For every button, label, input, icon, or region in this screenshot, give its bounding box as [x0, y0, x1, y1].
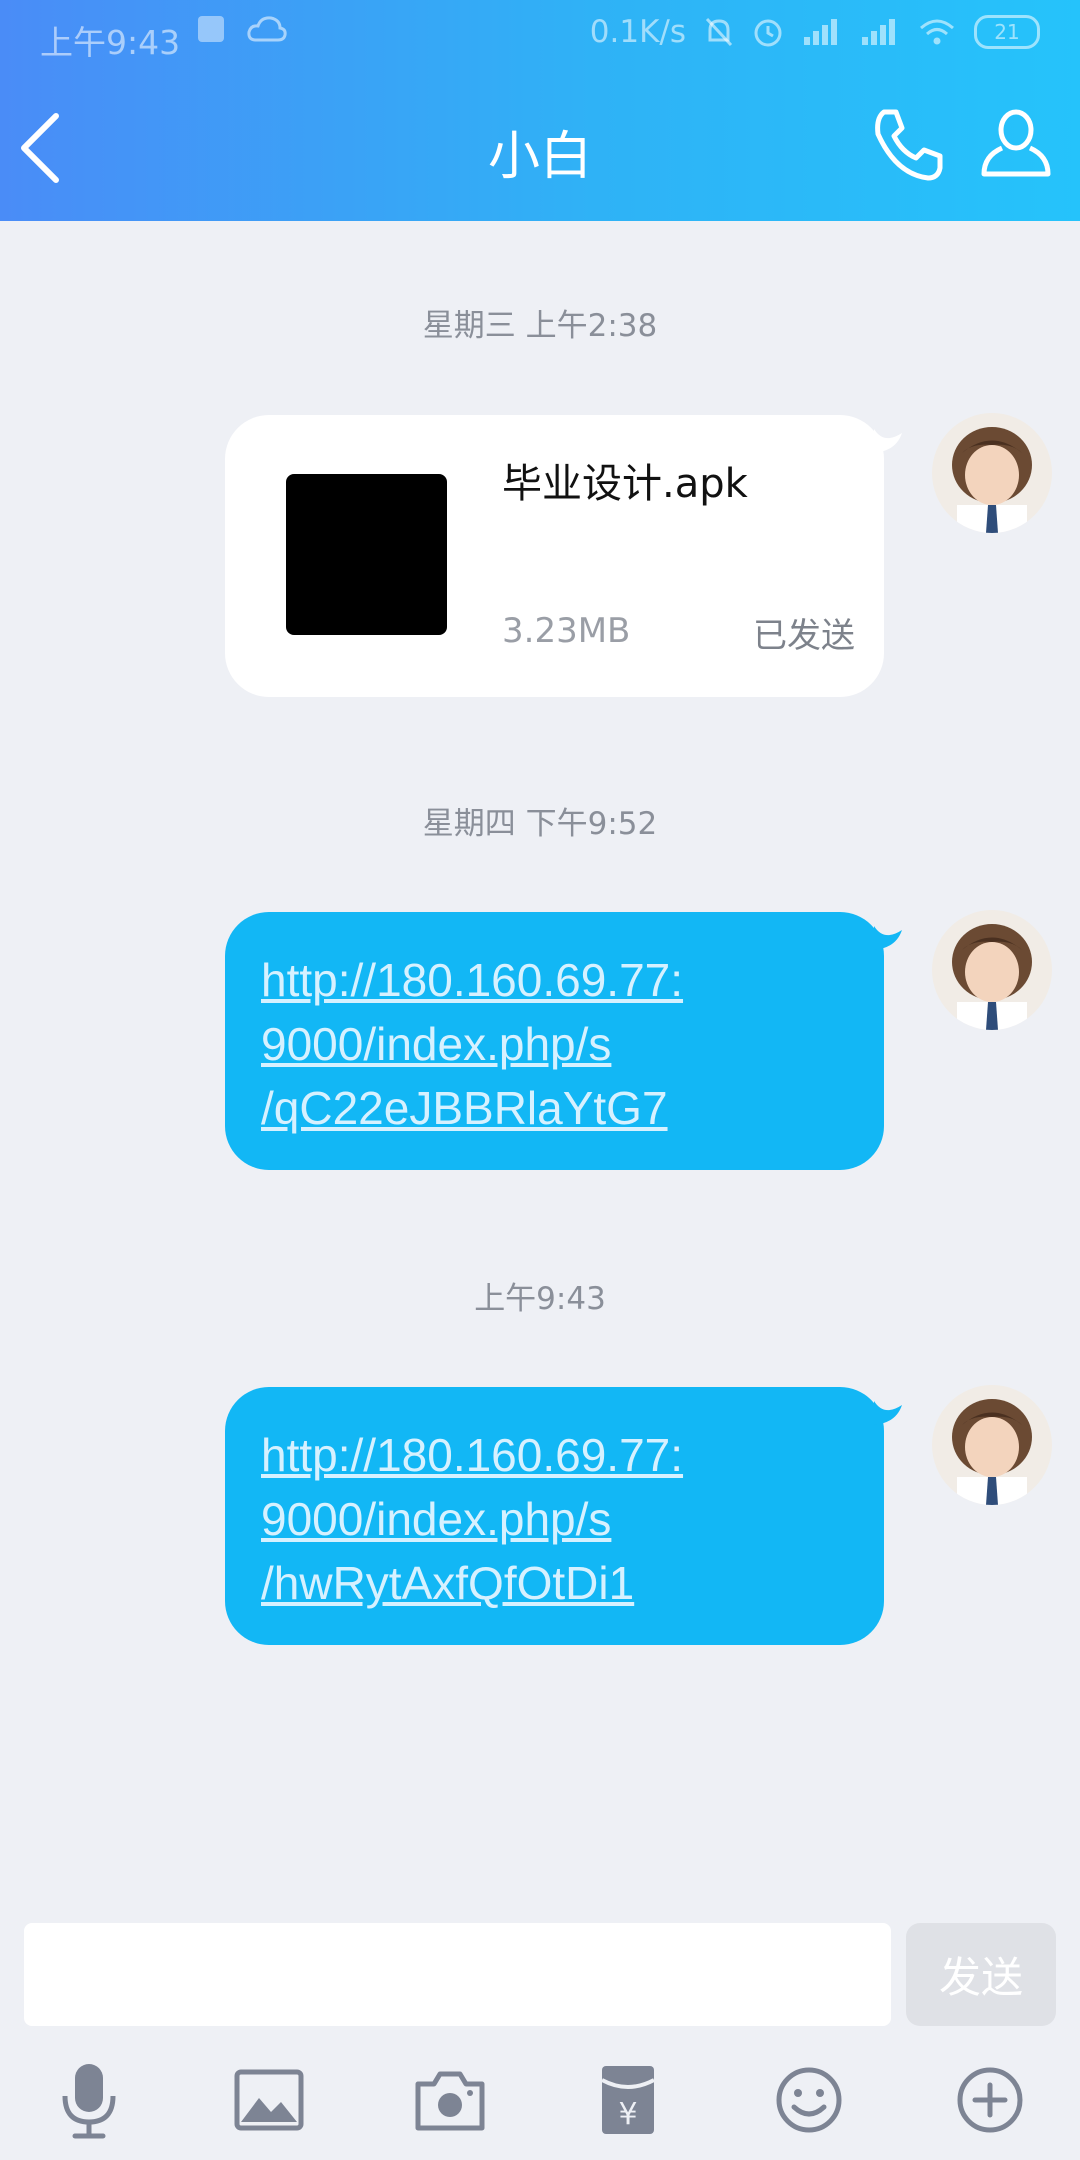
timestamp: 星期三 上午2:38	[422, 308, 658, 344]
wifi-icon	[920, 19, 954, 45]
plus-icon	[957, 2067, 1023, 2133]
battery-icon: 21	[974, 15, 1040, 49]
file-name: 毕业设计.apk	[502, 461, 748, 507]
link-message-bubble: http://180.160.69.77: 9000/index.php/s /…	[225, 912, 884, 1170]
status-right: 0.1K/s 21	[590, 14, 1040, 50]
file-thumbnail	[286, 474, 447, 635]
signal-icon-2	[862, 19, 895, 45]
status-time: 上午9:43	[40, 23, 181, 62]
image-button[interactable]	[219, 2060, 319, 2140]
microphone-icon	[62, 2064, 116, 2139]
phone-icon	[875, 109, 943, 181]
avatar-image	[932, 413, 1052, 533]
file-message-bubble[interactable]: 毕业设计.apk 3.23MB 已发送	[225, 415, 884, 697]
header: 上午9:43 0.1K/s 21 小白	[0, 0, 1080, 221]
timestamp: 星期四 下午9:52	[422, 806, 658, 842]
alarm-icon	[754, 19, 782, 47]
status-left-icons	[196, 14, 288, 44]
timestamp: 上午9:43	[474, 1281, 606, 1317]
camera-button[interactable]	[400, 2060, 500, 2140]
link-message-bubble: http://180.160.69.77: 9000/index.php/s /…	[225, 1387, 884, 1645]
image-icon	[234, 2069, 304, 2131]
bubble-tail	[874, 1401, 902, 1425]
file-status: 已发送	[753, 616, 855, 656]
network-speed: 0.1K/s	[589, 14, 686, 50]
cloud-icon	[247, 16, 287, 42]
emoji-icon	[776, 2067, 842, 2133]
bubble-tail	[874, 926, 902, 950]
input-toolbar: ¥	[0, 2060, 1080, 2140]
red-packet-icon: ¥	[601, 2066, 655, 2134]
message-link[interactable]: http://180.160.69.77: 9000/index.php/s /…	[261, 1423, 854, 1615]
notification-icon	[198, 16, 224, 42]
nav-bar: 小白	[0, 74, 1080, 221]
avatar-image	[932, 910, 1052, 1030]
profile-icon	[981, 109, 1051, 177]
chat-screen: 上午9:43 0.1K/s 21 小白 星期三 上午2:38 毕业设计.apk …	[0, 0, 1080, 2160]
svg-text:¥: ¥	[618, 2097, 637, 2132]
avatar[interactable]	[932, 413, 1052, 533]
bubble-tail	[874, 429, 902, 453]
back-button[interactable]	[16, 108, 86, 188]
call-button[interactable]	[868, 104, 948, 184]
message-link[interactable]: http://180.160.69.77: 9000/index.php/s /…	[261, 948, 854, 1140]
emoji-button[interactable]	[759, 2060, 859, 2140]
message-input[interactable]	[24, 1923, 891, 2026]
avatar[interactable]	[932, 1385, 1052, 1505]
signal-icon	[804, 19, 837, 45]
back-icon	[21, 113, 59, 183]
voice-button[interactable]	[39, 2060, 139, 2140]
profile-button[interactable]	[976, 104, 1056, 184]
more-button[interactable]	[940, 2060, 1040, 2140]
file-size: 3.23MB	[502, 611, 631, 651]
send-button[interactable]: 发送	[906, 1923, 1056, 2026]
avatar[interactable]	[932, 910, 1052, 1030]
mute-icon	[705, 17, 733, 47]
camera-icon	[415, 2071, 485, 2131]
avatar-image	[932, 1385, 1052, 1505]
status-bar: 上午9:43 0.1K/s 21	[0, 0, 1080, 74]
red-packet-button[interactable]: ¥	[578, 2060, 678, 2140]
